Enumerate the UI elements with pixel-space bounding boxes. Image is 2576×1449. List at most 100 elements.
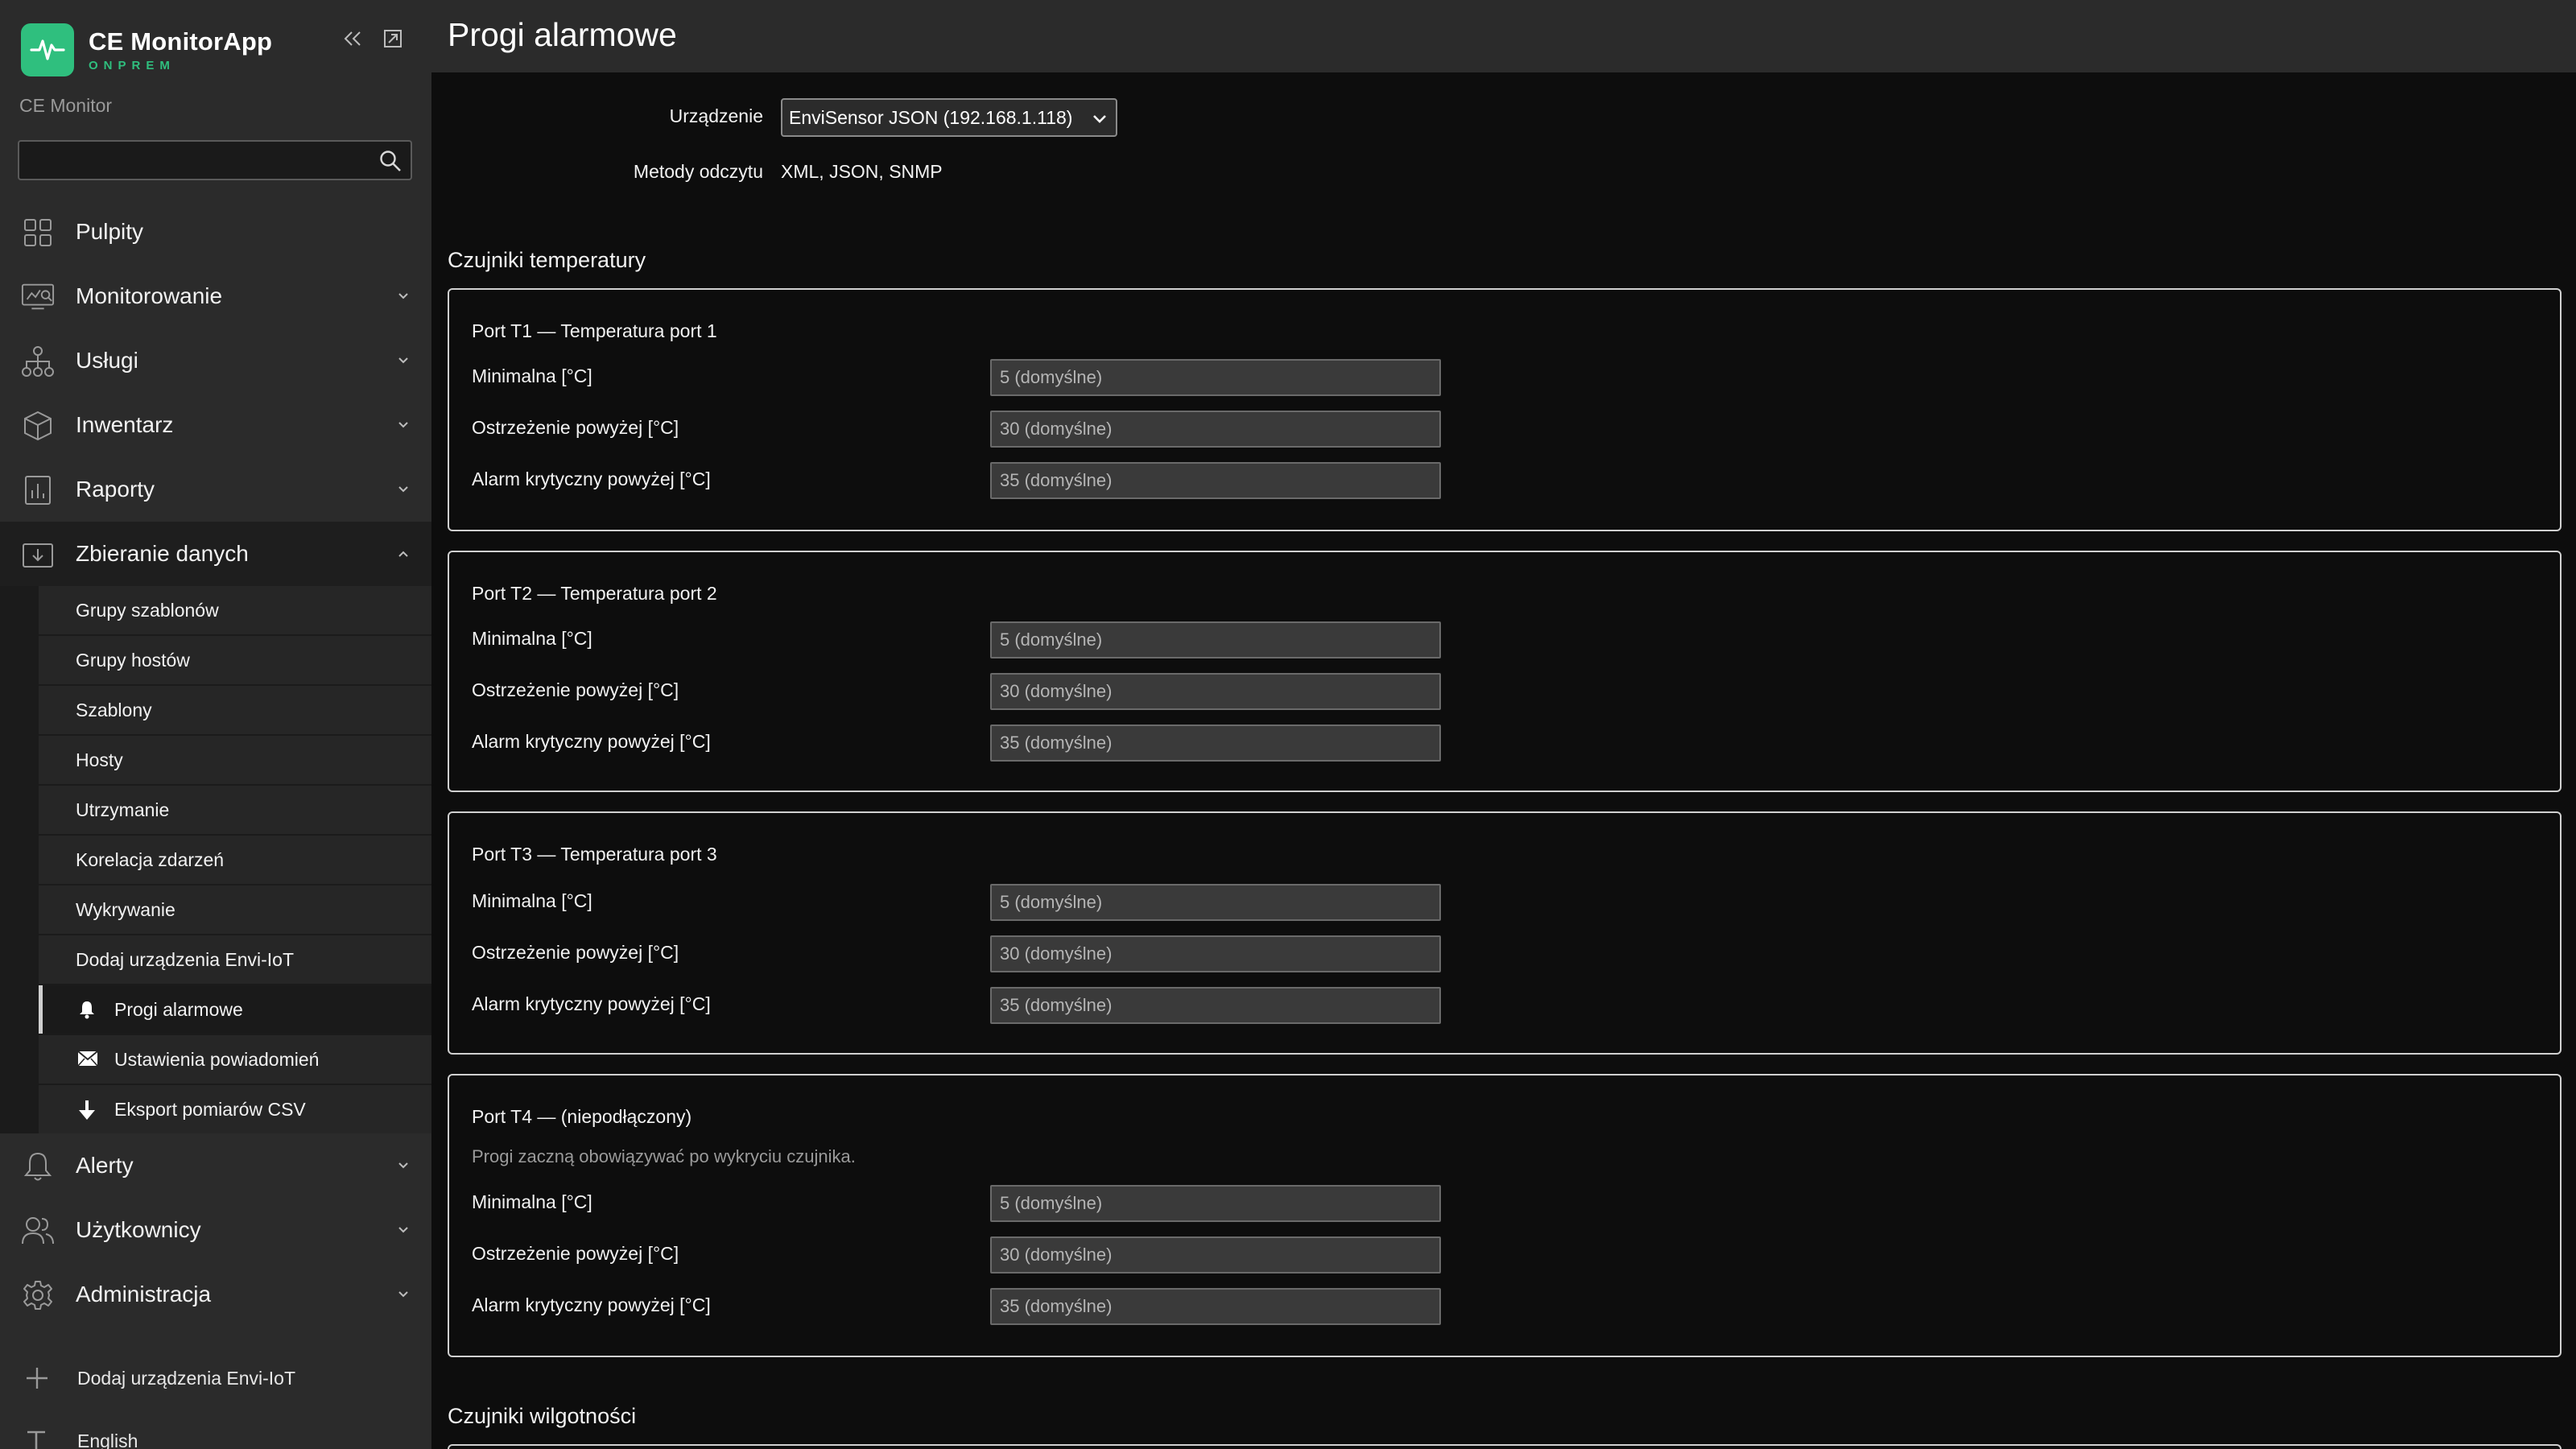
envelope-icon	[77, 1050, 98, 1069]
nav-item-dashboards[interactable]: Pulpity	[0, 200, 431, 264]
main-content: Progi alarmowe Urządzenie EnviSensor JSO…	[431, 0, 2576, 1449]
min-label: Minimalna [°C]	[472, 628, 592, 649]
brand[interactable]: CE MonitorApp ONPREM	[21, 23, 272, 77]
warning-label: Ostrzeżenie powyżej [°C]	[472, 679, 679, 700]
warning-input[interactable]	[990, 1236, 1441, 1274]
methods-label: Metody odczytu	[633, 161, 763, 182]
device-select[interactable]: EnviSensor JSON (192.168.1.118)	[781, 98, 1117, 137]
collapse-sidebar-icon[interactable]	[338, 24, 367, 53]
nav-item-label: Monitorowanie	[76, 283, 223, 308]
submenu-item-label: Wykrywanie	[76, 898, 175, 920]
port-title: Port T3 — Temperatura port 3	[472, 844, 717, 865]
nav-item-users[interactable]: Użytkownicy	[0, 1198, 431, 1262]
critical-input[interactable]	[990, 724, 1441, 762]
bell-outline-icon	[21, 1150, 55, 1183]
port-card: Port T1 — Temperatura port 1 Minimalna […	[448, 288, 2562, 531]
min-input[interactable]	[990, 1185, 1441, 1222]
bell-icon	[77, 1000, 97, 1019]
nav-item-services[interactable]: Usługi	[0, 328, 431, 393]
min-label: Minimalna [°C]	[472, 1191, 592, 1212]
submenu-item-template-groups[interactable]: Grupy szablonów	[39, 586, 431, 634]
port-card: Port T4 — (niepodłączony) Progi zaczną o…	[448, 1074, 2562, 1357]
report-icon	[21, 473, 55, 507]
top-bar: Progi alarmowe	[431, 0, 2576, 72]
nav-item-administration[interactable]: Administracja	[0, 1262, 431, 1327]
port-note: Progi zaczną obowiązywać po wykryciu czu…	[472, 1146, 856, 1166]
nav-item-inventory[interactable]: Inwentarz	[0, 393, 431, 457]
submenu-item-host-groups[interactable]: Grupy hostów	[39, 636, 431, 684]
nav-item-alerts[interactable]: Alerty	[0, 1133, 431, 1198]
submenu-item-label: Korelacja zdarzeń	[76, 848, 225, 870]
submenu-item-csv-export[interactable]: Eksport pomiarów CSV	[39, 1085, 431, 1133]
min-input[interactable]	[990, 359, 1441, 396]
chevron-down-icon	[1092, 110, 1108, 132]
min-input[interactable]	[990, 621, 1441, 658]
port-title: Port T1 — Temperatura port 1	[472, 320, 717, 341]
submenu-item-label: Ustawienia powiadomień	[114, 1048, 320, 1070]
critical-input[interactable]	[990, 462, 1441, 499]
arrow-down-icon	[77, 1100, 97, 1120]
chevron-down-icon	[398, 1288, 409, 1302]
data-collection-submenu: Grupy szablonów Grupy hostów Szablony Ho…	[0, 586, 431, 1133]
submenu-item-label: Grupy hostów	[76, 649, 190, 671]
methods-value: XML, JSON, SNMP	[781, 161, 943, 182]
min-label: Minimalna [°C]	[472, 890, 592, 911]
temperature-section-title: Czujniki temperatury	[448, 248, 646, 272]
critical-label: Alarm krytyczny powyżej [°C]	[472, 731, 711, 752]
bottom-item-label: Dodaj urządzenia Envi-IoT	[77, 1367, 296, 1389]
submenu-item-discovery[interactable]: Wykrywanie	[39, 886, 431, 934]
warning-label: Ostrzeżenie powyżej [°C]	[472, 417, 679, 438]
box-icon	[21, 409, 55, 443]
submenu-item-templates[interactable]: Szablony	[39, 686, 431, 734]
gear-icon	[21, 1278, 55, 1312]
app-logo-icon	[21, 23, 74, 76]
submenu-item-hosts[interactable]: Hosty	[39, 736, 431, 784]
search-box	[18, 140, 412, 180]
dashboard-grid-icon	[21, 216, 55, 250]
data-download-icon	[21, 538, 55, 572]
plus-icon	[24, 1365, 50, 1391]
kiosk-mode-icon[interactable]	[378, 24, 407, 53]
chevron-down-icon	[398, 1224, 409, 1238]
min-input[interactable]	[990, 884, 1441, 921]
app-subtitle: CE Monitor	[19, 95, 113, 116]
submenu-item-notification-settings[interactable]: Ustawienia powiadomień	[39, 1035, 431, 1084]
nav-item-label: Raporty	[76, 477, 155, 502]
humidity-section-title: Czujniki wilgotności	[448, 1404, 637, 1428]
chevron-down-icon	[398, 419, 409, 433]
bottom-add-envi-iot[interactable]: Dodaj urządzenia Envi-IoT	[0, 1354, 431, 1402]
brand-name: CE MonitorApp	[89, 27, 273, 56]
nav-item-label: Alerty	[76, 1153, 134, 1178]
port-title: Port T2 — Temperatura port 2	[472, 583, 717, 604]
submenu-item-label: Szablony	[76, 699, 152, 720]
monitor-chart-icon	[21, 280, 55, 314]
critical-input[interactable]	[990, 1288, 1441, 1325]
warning-input[interactable]	[990, 935, 1441, 972]
warning-input[interactable]	[990, 411, 1441, 448]
nav-item-data-collection[interactable]: Zbieranie danych	[0, 522, 431, 586]
chevron-down-icon	[398, 290, 409, 304]
nav-item-monitoring[interactable]: Monitorowanie	[0, 264, 431, 328]
nav-item-label: Użytkownicy	[76, 1217, 201, 1242]
nav-item-label: Pulpity	[76, 219, 144, 244]
brand-edition: ONPREM	[89, 59, 175, 72]
warning-input[interactable]	[990, 673, 1441, 710]
search-input[interactable]	[19, 142, 365, 179]
nav-item-reports[interactable]: Raporty	[0, 457, 431, 522]
nav-item-label: Administracja	[76, 1282, 212, 1307]
min-label: Minimalna [°C]	[472, 365, 592, 386]
bottom-language[interactable]: English	[0, 1417, 431, 1449]
submenu-item-label: Hosty	[76, 749, 123, 770]
submenu-item-event-correlation[interactable]: Korelacja zdarzeń	[39, 836, 431, 884]
critical-input[interactable]	[990, 987, 1441, 1024]
text-t-icon	[24, 1428, 50, 1449]
humidity-card-edge	[448, 1444, 2562, 1449]
submenu-item-alarm-thresholds[interactable]: Progi alarmowe	[39, 985, 431, 1034]
port-card: Port T3 — Temperatura port 3 Minimalna […	[448, 811, 2562, 1055]
submenu-item-add-envi-iot[interactable]: Dodaj urządzenia Envi-IoT	[39, 935, 431, 984]
submenu-item-maintenance[interactable]: Utrzymanie	[39, 786, 431, 834]
search-icon[interactable]	[378, 149, 402, 177]
submenu-item-label: Utrzymanie	[76, 799, 170, 820]
sidebar: CE MonitorApp ONPREM CE Monitor Pulpity …	[0, 0, 431, 1449]
nav-item-label: Inwentarz	[76, 412, 174, 437]
